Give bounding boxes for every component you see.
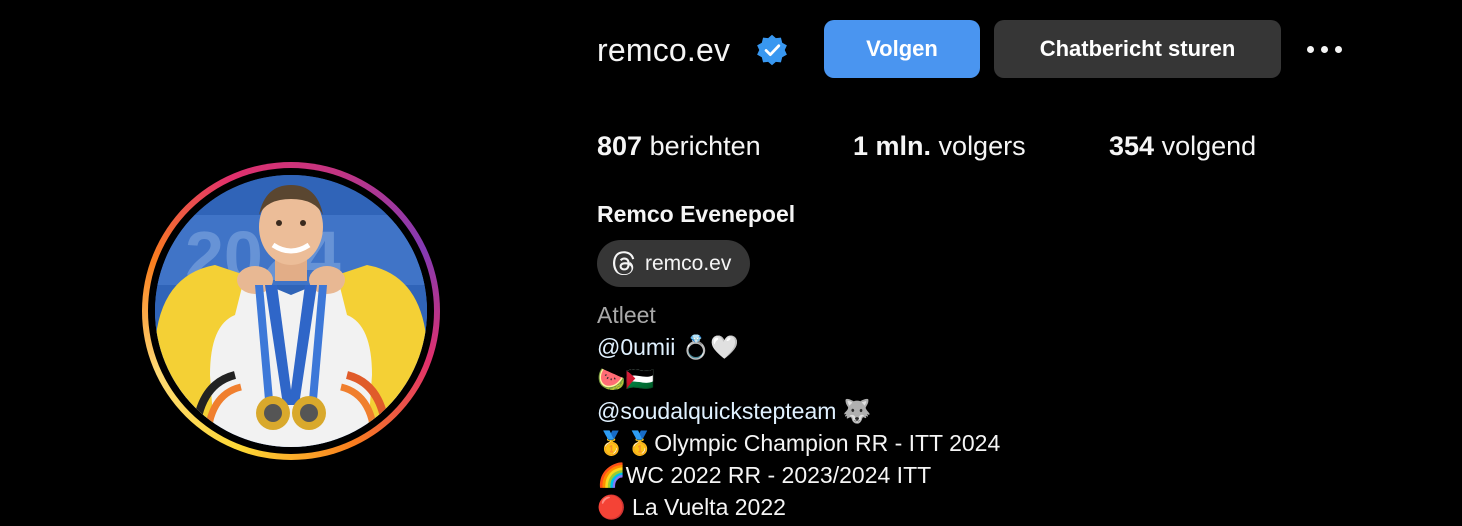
mention-link[interactable]: @0umii bbox=[597, 334, 675, 360]
bio-text: 🍉🇵🇸 bbox=[597, 366, 655, 392]
avatar[interactable]: 2024 bbox=[155, 175, 427, 447]
bio-text: 🌈WC 2022 RR - 2023/2024 ITT bbox=[597, 462, 932, 488]
posts-stat: 807 berichten bbox=[597, 128, 761, 164]
threads-link-button[interactable]: remco.ev bbox=[597, 240, 750, 287]
followers-label: volgers bbox=[938, 131, 1026, 161]
bio-line: 🥇🥇Olympic Champion RR - ITT 2024 bbox=[597, 428, 1000, 458]
bio-line: @soudalquickstepteam 🐺 bbox=[597, 396, 871, 426]
profile-photo: 2024 bbox=[155, 175, 427, 447]
story-ring[interactable]: 2024 bbox=[142, 162, 440, 460]
follow-button[interactable]: Volgen bbox=[824, 20, 980, 78]
more-dot bbox=[1320, 45, 1328, 53]
posts-count: 807 bbox=[597, 131, 643, 161]
bio-line: @0umii 💍🤍 bbox=[597, 332, 739, 362]
more-dot bbox=[1334, 45, 1342, 53]
bio-text: 🥇🥇Olympic Champion RR - ITT 2024 bbox=[597, 430, 1001, 456]
bio-text: 🔴 La Vuelta 2022 bbox=[597, 494, 786, 520]
bio-line: 🌈WC 2022 RR - 2023/2024 ITT bbox=[597, 460, 931, 490]
full-name: Remco Evenepoel bbox=[597, 201, 796, 227]
following-stat[interactable]: 354 volgend bbox=[1109, 128, 1256, 164]
following-label: volgend bbox=[1161, 131, 1257, 161]
message-button[interactable]: Chatbericht sturen bbox=[994, 20, 1281, 78]
more-dot bbox=[1306, 45, 1314, 53]
bio-line: 🔴 La Vuelta 2022 bbox=[597, 492, 786, 522]
posts-label: berichten bbox=[649, 131, 761, 161]
bio-line: 🍉🇵🇸 bbox=[597, 364, 654, 394]
threads-handle: remco.ev bbox=[645, 251, 732, 275]
followers-count: 1 mln. bbox=[853, 131, 932, 161]
following-count: 354 bbox=[1109, 131, 1155, 161]
threads-icon bbox=[612, 250, 635, 275]
verified-badge-icon bbox=[757, 34, 787, 66]
profile-username: remco.ev bbox=[597, 32, 731, 68]
bio-text: 🐺 bbox=[836, 398, 872, 424]
mention-link[interactable]: @soudalquickstepteam bbox=[597, 398, 836, 424]
profile-page: 2024 remco.ev Volgen Chatbericht sturen … bbox=[0, 0, 1462, 526]
followers-stat[interactable]: 1 mln. volgers bbox=[853, 128, 1026, 164]
more-options-icon[interactable] bbox=[1300, 36, 1348, 62]
category-label: Atleet bbox=[597, 302, 656, 328]
bio-text: 💍🤍 bbox=[675, 334, 739, 360]
